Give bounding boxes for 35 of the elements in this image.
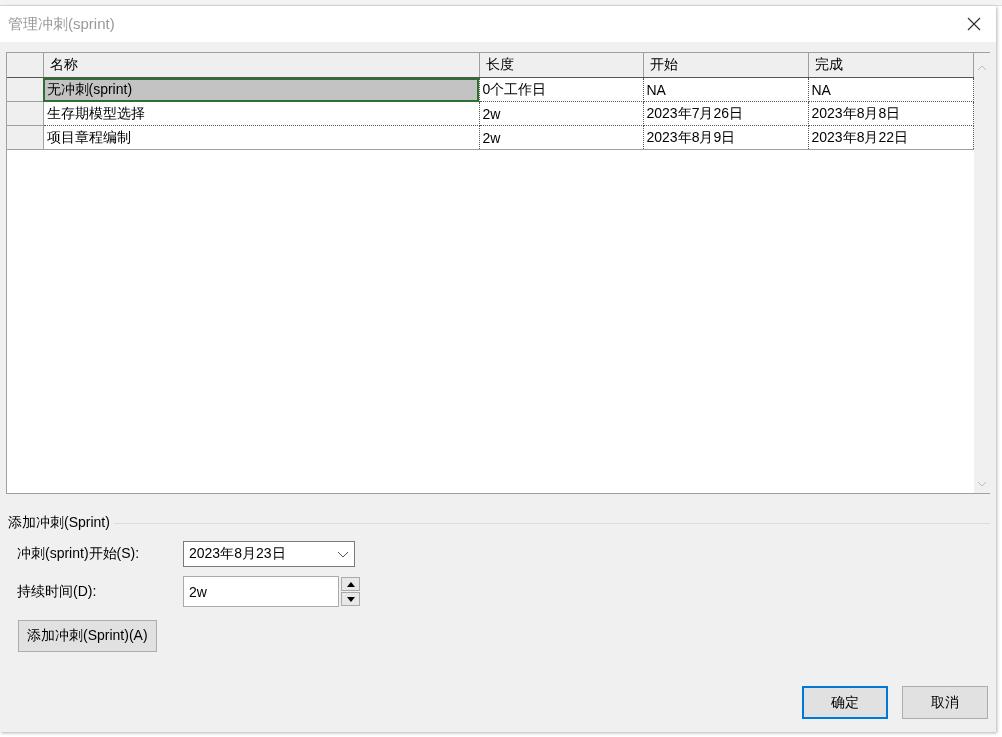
table-cell[interactable]: 2023年8月8日 (808, 101, 973, 126)
column-header[interactable]: 名称 (43, 53, 479, 78)
column-header[interactable]: 长度 (479, 53, 643, 78)
table-cell[interactable]: NA (643, 77, 808, 102)
add-sprint-button[interactable]: 添加冲刺(Sprint)(A) (18, 620, 157, 652)
table-cell[interactable]: 2w (479, 125, 643, 150)
chevron-down-icon (337, 550, 349, 558)
table-cell[interactable]: 无冲刺(sprint) (43, 77, 479, 102)
scrollbar[interactable] (973, 53, 990, 493)
start-label: 冲刺(sprint)开始(S): (17, 545, 141, 563)
cancel-button[interactable]: 取消 (902, 686, 988, 719)
duration-label: 持续时间(D): (17, 582, 98, 601)
start-date-picker[interactable]: 2023年8月23日 (183, 541, 355, 567)
scroll-up-icon (976, 65, 987, 71)
table-cell[interactable]: 项目章程编制 (43, 125, 479, 150)
table-cell[interactable]: NA (808, 77, 973, 102)
spin-up-button[interactable] (341, 577, 360, 591)
row-header[interactable] (7, 77, 43, 102)
scroll-down-icon (976, 481, 987, 487)
table-cell[interactable]: 2w (479, 101, 643, 126)
spin-down-button[interactable] (341, 592, 360, 606)
window-title: 管理冲刺(sprint) (8, 14, 115, 34)
column-header[interactable]: 完成 (808, 53, 973, 78)
table-cell[interactable]: 2023年7月26日 (643, 101, 808, 126)
close-icon (967, 17, 981, 31)
column-header[interactable]: 开始 (643, 53, 808, 78)
table-cell[interactable]: 2023年8月9日 (643, 125, 808, 150)
triangle-down-icon (346, 596, 355, 602)
table-cell[interactable]: 生存期模型选择 (43, 101, 479, 126)
table-cell[interactable]: 2023年8月22日 (808, 125, 973, 150)
duration-field[interactable]: 2w (183, 576, 339, 607)
group-title: 添加冲刺(Sprint) (7, 514, 110, 532)
triangle-up-icon (346, 581, 355, 587)
table-cell[interactable]: 0个工作日 (479, 77, 643, 102)
ok-button[interactable]: 确定 (802, 686, 888, 719)
